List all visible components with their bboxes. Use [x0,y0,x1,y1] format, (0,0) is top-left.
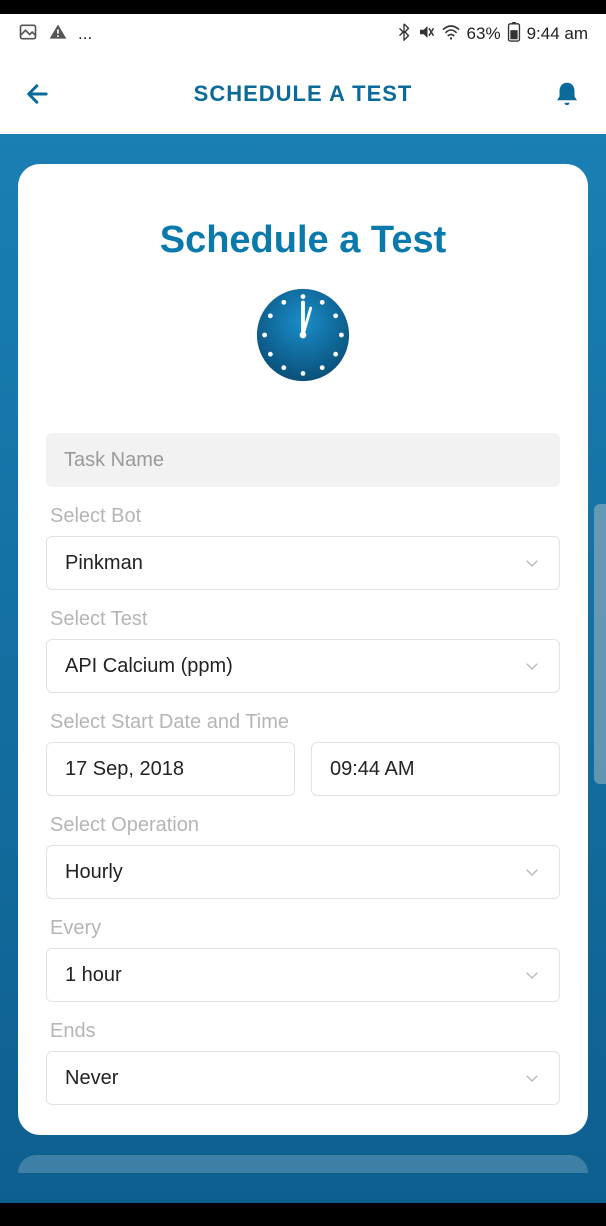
statusbar-ellipsis: ... [78,24,92,44]
back-button[interactable] [24,80,54,108]
navbar: SCHEDULE A TEST [0,54,606,134]
chevron-down-icon [523,554,541,572]
wifi-icon [441,24,461,45]
start-time-picker[interactable]: 09:44 AM [311,742,560,796]
start-time-value: 09:44 AM [330,758,415,781]
start-datetime-label: Select Start Date and Time [46,711,560,734]
select-bot-dropdown[interactable]: Pinkman [46,536,560,590]
bluetooth-icon [397,23,411,46]
image-icon [18,22,38,47]
chevron-down-icon [523,863,541,881]
chevron-down-icon [523,966,541,984]
battery-icon [507,22,521,47]
select-bot-value: Pinkman [65,552,143,575]
operation-value: Hourly [65,861,123,884]
next-card-hint [18,1155,588,1173]
warning-icon [48,22,68,47]
status-bar: ... 63% 9:44 am [0,14,606,54]
ends-value: Never [65,1067,118,1090]
start-date-picker[interactable]: 17 Sep, 2018 [46,742,295,796]
ends-dropdown[interactable]: Never [46,1051,560,1105]
operation-dropdown[interactable]: Hourly [46,845,560,899]
select-bot-label: Select Bot [46,505,560,528]
every-label: Every [46,917,560,940]
every-dropdown[interactable]: 1 hour [46,948,560,1002]
statusbar-right: 63% 9:44 am [397,22,588,47]
every-value: 1 hour [65,964,122,987]
battery-text: 63% [467,24,501,44]
ends-label: Ends [46,1020,560,1043]
time-text: 9:44 am [527,24,588,44]
clock-icon [46,287,560,383]
select-test-value: API Calcium (ppm) [65,655,233,678]
operation-label: Select Operation [46,814,560,837]
statusbar-left: ... [18,22,92,47]
notifications-button[interactable] [552,79,582,109]
page-title: SCHEDULE A TEST [54,81,552,107]
form-card: Schedule a Test [18,164,588,1135]
start-date-value: 17 Sep, 2018 [65,758,184,781]
mute-icon [417,23,435,46]
content-background: Schedule a Test [0,134,606,1203]
task-name-input[interactable] [46,433,560,487]
chevron-down-icon [523,1069,541,1087]
chevron-down-icon [523,657,541,675]
scrollbar[interactable] [594,504,606,784]
card-title: Schedule a Test [46,219,560,262]
select-test-label: Select Test [46,608,560,631]
select-test-dropdown[interactable]: API Calcium (ppm) [46,639,560,693]
